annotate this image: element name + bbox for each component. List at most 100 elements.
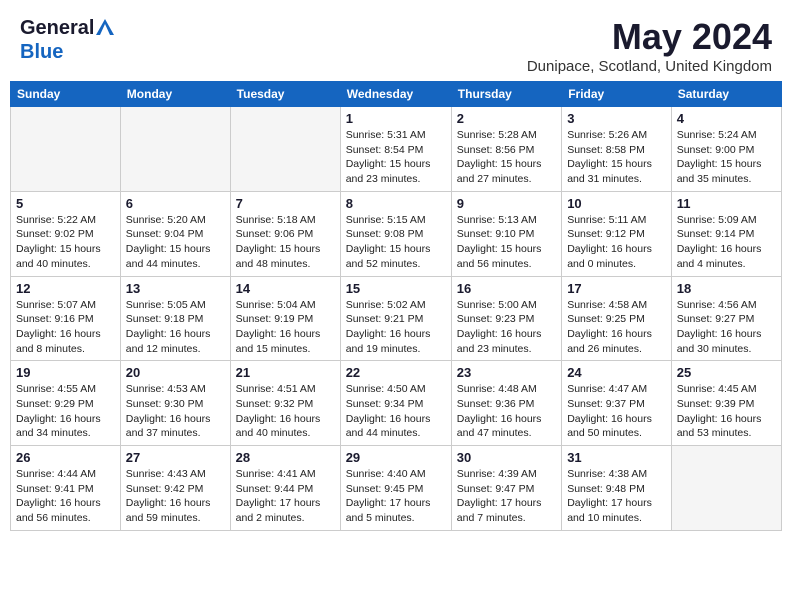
day-number: 29 <box>346 450 446 465</box>
calendar-cell: 22Sunrise: 4:50 AMSunset: 9:34 PMDayligh… <box>340 361 451 446</box>
weekday-header-friday: Friday <box>562 82 672 107</box>
calendar-cell: 30 Sunrise: 4:39 AMSunset: 9:47 PMDayligh… <box>451 446 561 531</box>
day-number: 21 <box>236 365 335 380</box>
day-info: Sunrise: 4:39 AMSunset: 9:47 PMDaylight:… <box>457 467 556 526</box>
calendar-cell: 26 Sunrise: 4:44 AMSunset: 9:41 PMDayligh… <box>11 446 121 531</box>
calendar-cell <box>120 107 230 192</box>
calendar-cell: 1 Sunrise: 5:31 AMSunset: 8:54 PMDaylight… <box>340 107 451 192</box>
day-info: Sunrise: 5:20 AMSunset: 9:04 PMDaylight:… <box>126 213 225 272</box>
calendar-cell: 14Sunrise: 5:04 AMSunset: 9:19 PMDayligh… <box>230 276 340 361</box>
day-info: Sunrise: 4:56 AMSunset: 9:27 PMDaylight:… <box>677 298 776 357</box>
weekday-header-thursday: Thursday <box>451 82 561 107</box>
day-number: 27 <box>126 450 225 465</box>
day-number: 16 <box>457 281 556 296</box>
calendar-cell: 13Sunrise: 5:05 AMSunset: 9:18 PMDayligh… <box>120 276 230 361</box>
calendar-week-row: 1 Sunrise: 5:31 AMSunset: 8:54 PMDaylight… <box>11 107 782 192</box>
day-number: 30 <box>457 450 556 465</box>
day-number: 8 <box>346 196 446 211</box>
day-number: 4 <box>677 111 776 126</box>
calendar-cell: 25 Sunrise: 4:45 AMSunset: 9:39 PMDayligh… <box>671 361 781 446</box>
day-info: Sunrise: 5:28 AMSunset: 8:56 PMDaylight:… <box>457 128 556 187</box>
day-number: 20 <box>126 365 225 380</box>
calendar-cell: 21Sunrise: 4:51 AMSunset: 9:32 PMDayligh… <box>230 361 340 446</box>
calendar-cell: 6 Sunrise: 5:20 AMSunset: 9:04 PMDaylight… <box>120 191 230 276</box>
calendar-cell: 5Sunrise: 5:22 AMSunset: 9:02 PMDaylight… <box>11 191 121 276</box>
calendar-table: SundayMondayTuesdayWednesdayThursdayFrid… <box>10 81 782 531</box>
calendar-cell: 19 Sunrise: 4:55 AMSunset: 9:29 PMDayligh… <box>11 361 121 446</box>
day-number: 13 <box>126 281 225 296</box>
day-info: Sunrise: 4:58 AMSunset: 9:25 PMDaylight:… <box>567 298 666 357</box>
day-number: 6 <box>126 196 225 211</box>
logo-blue-text: Blue <box>20 41 63 63</box>
day-info: Sunrise: 5:02 AMSunset: 9:21 PMDaylight:… <box>346 298 446 357</box>
calendar-cell: 15 Sunrise: 5:02 AMSunset: 9:21 PMDayligh… <box>340 276 451 361</box>
day-number: 2 <box>457 111 556 126</box>
day-number: 15 <box>346 281 446 296</box>
day-number: 22 <box>346 365 446 380</box>
calendar-cell: 24 Sunrise: 4:47 AMSunset: 9:37 PMDayligh… <box>562 361 672 446</box>
day-number: 26 <box>16 450 115 465</box>
calendar-cell: 18Sunrise: 4:56 AMSunset: 9:27 PMDayligh… <box>671 276 781 361</box>
calendar-cell: 23 Sunrise: 4:48 AMSunset: 9:36 PMDayligh… <box>451 361 561 446</box>
calendar-cell: 27 Sunrise: 4:43 AMSunset: 9:42 PMDayligh… <box>120 446 230 531</box>
day-number: 28 <box>236 450 335 465</box>
day-info: Sunrise: 4:48 AMSunset: 9:36 PMDaylight:… <box>457 382 556 441</box>
calendar-cell <box>671 446 781 531</box>
weekday-header-sunday: Sunday <box>11 82 121 107</box>
day-number: 11 <box>677 196 776 211</box>
day-info: Sunrise: 4:55 AMSunset: 9:29 PMDaylight:… <box>16 382 115 441</box>
calendar-cell: 29 Sunrise: 4:40 AMSunset: 9:45 PMDayligh… <box>340 446 451 531</box>
logo-general-text: General <box>20 17 94 40</box>
day-info: Sunrise: 5:09 AMSunset: 9:14 PMDaylight:… <box>677 213 776 272</box>
weekday-header-monday: Monday <box>120 82 230 107</box>
day-info: Sunrise: 4:40 AMSunset: 9:45 PMDaylight:… <box>346 467 446 526</box>
day-info: Sunrise: 4:53 AMSunset: 9:30 PMDaylight:… <box>126 382 225 441</box>
day-info: Sunrise: 5:31 AMSunset: 8:54 PMDaylight:… <box>346 128 446 187</box>
day-number: 10 <box>567 196 666 211</box>
calendar-cell: 9 Sunrise: 5:13 AMSunset: 9:10 PMDaylight… <box>451 191 561 276</box>
day-info: Sunrise: 4:44 AMSunset: 9:41 PMDaylight:… <box>16 467 115 526</box>
calendar-cell: 28 Sunrise: 4:41 AMSunset: 9:44 PMDayligh… <box>230 446 340 531</box>
day-number: 1 <box>346 111 446 126</box>
day-number: 3 <box>567 111 666 126</box>
day-number: 9 <box>457 196 556 211</box>
logo-triangle-icon <box>96 18 114 41</box>
calendar-cell: 16Sunrise: 5:00 AMSunset: 9:23 PMDayligh… <box>451 276 561 361</box>
weekday-header-wednesday: Wednesday <box>340 82 451 107</box>
calendar-cell: 11 Sunrise: 5:09 AMSunset: 9:14 PMDayligh… <box>671 191 781 276</box>
calendar-cell: 4Sunrise: 5:24 AMSunset: 9:00 PMDaylight… <box>671 107 781 192</box>
page-header: General Blue May 2024 Dunipace, Scotland… <box>10 10 782 75</box>
calendar-week-row: 19 Sunrise: 4:55 AMSunset: 9:29 PMDayligh… <box>11 361 782 446</box>
calendar-week-row: 12 Sunrise: 5:07 AMSunset: 9:16 PMDayligh… <box>11 276 782 361</box>
day-number: 14 <box>236 281 335 296</box>
day-info: Sunrise: 4:43 AMSunset: 9:42 PMDaylight:… <box>126 467 225 526</box>
location-text: Dunipace, Scotland, United Kingdom <box>527 58 772 75</box>
calendar-cell: 2 Sunrise: 5:28 AMSunset: 8:56 PMDaylight… <box>451 107 561 192</box>
calendar-cell: 31Sunrise: 4:38 AMSunset: 9:48 PMDayligh… <box>562 446 672 531</box>
day-info: Sunrise: 4:47 AMSunset: 9:37 PMDaylight:… <box>567 382 666 441</box>
day-number: 19 <box>16 365 115 380</box>
calendar-cell <box>230 107 340 192</box>
title-section: May 2024 Dunipace, Scotland, United King… <box>527 16 772 75</box>
day-info: Sunrise: 4:41 AMSunset: 9:44 PMDaylight:… <box>236 467 335 526</box>
weekday-header-row: SundayMondayTuesdayWednesdayThursdayFrid… <box>11 82 782 107</box>
day-number: 25 <box>677 365 776 380</box>
day-number: 12 <box>16 281 115 296</box>
day-info: Sunrise: 5:13 AMSunset: 9:10 PMDaylight:… <box>457 213 556 272</box>
day-info: Sunrise: 5:11 AMSunset: 9:12 PMDaylight:… <box>567 213 666 272</box>
logo: General Blue <box>20 16 114 64</box>
calendar-cell: 20 Sunrise: 4:53 AMSunset: 9:30 PMDayligh… <box>120 361 230 446</box>
day-info: Sunrise: 5:26 AMSunset: 8:58 PMDaylight:… <box>567 128 666 187</box>
day-info: Sunrise: 4:45 AMSunset: 9:39 PMDaylight:… <box>677 382 776 441</box>
day-number: 23 <box>457 365 556 380</box>
day-info: Sunrise: 5:07 AMSunset: 9:16 PMDaylight:… <box>16 298 115 357</box>
calendar-cell: 3 Sunrise: 5:26 AMSunset: 8:58 PMDaylight… <box>562 107 672 192</box>
day-number: 24 <box>567 365 666 380</box>
day-info: Sunrise: 5:15 AMSunset: 9:08 PMDaylight:… <box>346 213 446 272</box>
calendar-cell: 8 Sunrise: 5:15 AMSunset: 9:08 PMDaylight… <box>340 191 451 276</box>
day-number: 7 <box>236 196 335 211</box>
day-number: 31 <box>567 450 666 465</box>
calendar-week-row: 26 Sunrise: 4:44 AMSunset: 9:41 PMDayligh… <box>11 446 782 531</box>
calendar-week-row: 5Sunrise: 5:22 AMSunset: 9:02 PMDaylight… <box>11 191 782 276</box>
day-info: Sunrise: 5:22 AMSunset: 9:02 PMDaylight:… <box>16 213 115 272</box>
